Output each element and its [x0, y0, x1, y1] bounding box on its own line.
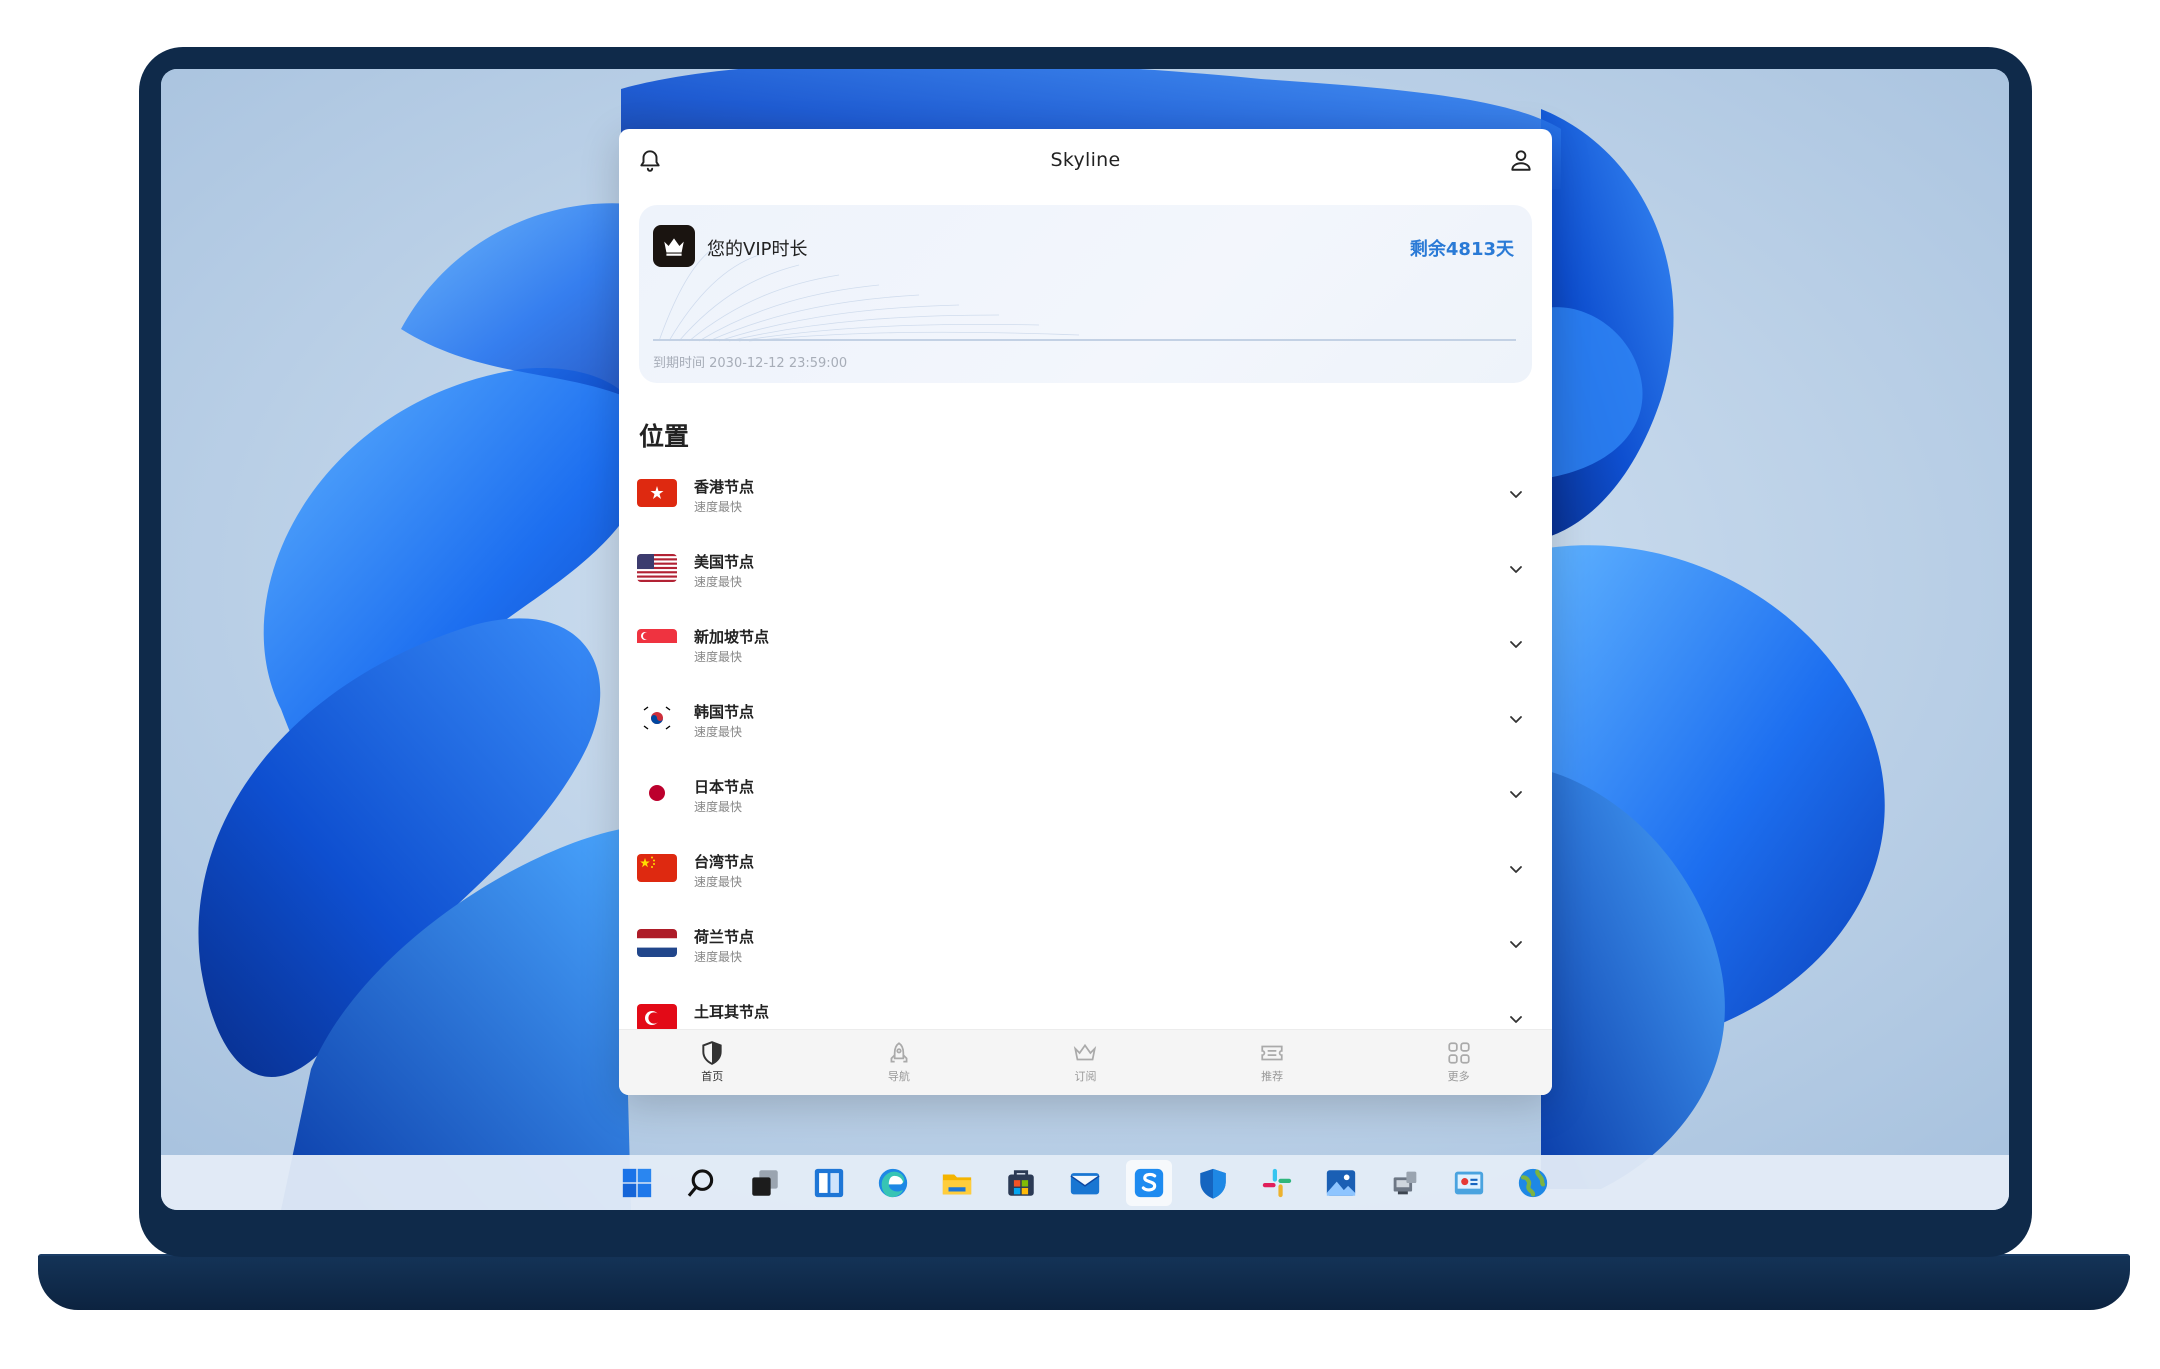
united-states-flag-icon — [637, 554, 677, 582]
japan-flag-icon — [637, 779, 677, 807]
crown-icon — [1074, 1043, 1097, 1061]
vip-card[interactable]: 您的VIP时长 剩余4813天 到期时间 2030-12-12 23:59:00 — [639, 205, 1532, 383]
taskbar-icons — [614, 1155, 1556, 1210]
location-subtitle: 速度最快 — [694, 950, 743, 964]
photos-icon[interactable] — [1318, 1160, 1364, 1206]
widgets-icon[interactable] — [806, 1160, 852, 1206]
tab-label: 推荐 — [1261, 1070, 1284, 1083]
ticket-icon — [1261, 1045, 1283, 1061]
skyline-app-window: Skyline 您的VIP时长 剩余4813天 到期时间 2030-12-12 … — [619, 129, 1552, 1095]
desktop-screen: Skyline 您的VIP时长 剩余4813天 到期时间 2030-12-12 … — [161, 69, 2009, 1210]
locations-section-title: 位置 — [639, 422, 690, 451]
location-subtitle: 速度最快 — [694, 650, 743, 664]
south-korea-flag-icon — [637, 704, 677, 732]
grid-icon — [1448, 1042, 1470, 1064]
globe-icon[interactable] — [1510, 1160, 1556, 1206]
bottom-navigation: 首页 导航 订阅 推荐 更多 — [619, 1029, 1552, 1095]
location-item-japan[interactable]: 日本节点 速度最快 — [619, 761, 1552, 836]
location-subtitle: 速度最快 — [694, 575, 743, 589]
tab-recommend[interactable]: 推荐 — [1179, 1030, 1366, 1095]
singapore-flag-icon — [637, 629, 677, 657]
vip-crown-badge — [653, 225, 695, 267]
location-list: 香港节点 速度最快 美国节点 速度最快 新加坡节点 速度最快 韩国节点 速度最快… — [619, 461, 1552, 1095]
location-name: 土耳其节点 — [694, 1003, 770, 1021]
file-explorer-icon[interactable] — [934, 1160, 980, 1206]
location-item-taiwan[interactable]: 台湾节点 速度最快 — [619, 836, 1552, 911]
tab-label: 首页 — [701, 1070, 724, 1083]
location-subtitle: 速度最快 — [694, 800, 743, 814]
tab-more[interactable]: 更多 — [1365, 1030, 1552, 1095]
chevron-down-icon[interactable] — [1508, 711, 1524, 727]
vip-progress-line — [653, 339, 1516, 341]
laptop-base — [38, 1256, 2130, 1310]
chevron-down-icon[interactable] — [1508, 561, 1524, 577]
location-name: 香港节点 — [694, 478, 755, 496]
tab-label: 导航 — [887, 1070, 910, 1083]
control-panel-icon[interactable] — [1446, 1160, 1492, 1206]
mail-icon[interactable] — [1062, 1160, 1108, 1206]
tab-subscribe[interactable]: 订阅 — [992, 1030, 1179, 1095]
netherlands-flag-icon — [637, 929, 677, 957]
chevron-down-icon[interactable] — [1508, 486, 1524, 502]
task-view-icon[interactable] — [742, 1160, 788, 1206]
app-title: Skyline — [1050, 149, 1121, 171]
location-name: 韩国节点 — [694, 703, 755, 721]
bell-icon[interactable] — [637, 147, 663, 173]
location-item-singapore[interactable]: 新加坡节点 速度最快 — [619, 611, 1552, 686]
location-subtitle: 速度最快 — [694, 725, 743, 739]
defender-icon[interactable] — [1190, 1160, 1236, 1206]
rocket-icon — [890, 1042, 908, 1063]
slack-icon[interactable] — [1254, 1160, 1300, 1206]
location-item-united-states[interactable]: 美国节点 速度最快 — [619, 536, 1552, 611]
tab-home[interactable]: 首页 — [619, 1030, 806, 1095]
location-subtitle: 速度最快 — [694, 500, 743, 514]
location-item-netherlands[interactable]: 荷兰节点 速度最快 — [619, 911, 1552, 986]
hong-kong-flag-icon — [637, 479, 677, 507]
location-item-hong-kong[interactable]: 香港节点 速度最快 — [619, 461, 1552, 536]
tab-navigation[interactable]: 导航 — [806, 1030, 993, 1095]
location-name: 台湾节点 — [694, 853, 755, 871]
location-name: 荷兰节点 — [694, 928, 755, 946]
vip-remaining-days: 剩余4813天 — [1409, 239, 1514, 260]
tab-label: 更多 — [1447, 1070, 1470, 1083]
shield-icon — [702, 1041, 722, 1065]
crown-icon — [664, 238, 684, 256]
china-flag-icon — [637, 854, 677, 882]
turkey-flag-icon — [637, 1004, 677, 1032]
location-name: 新加坡节点 — [694, 628, 770, 646]
location-item-south-korea[interactable]: 韩国节点 速度最快 — [619, 686, 1552, 761]
chevron-down-icon[interactable] — [1508, 786, 1524, 802]
search-icon[interactable] — [678, 1160, 724, 1206]
location-name: 美国节点 — [694, 553, 755, 571]
devices-icon[interactable] — [1382, 1160, 1428, 1206]
store-icon[interactable] — [998, 1160, 1044, 1206]
edge-icon[interactable] — [870, 1160, 916, 1206]
chevron-down-icon[interactable] — [1508, 636, 1524, 652]
chevron-down-icon[interactable] — [1508, 1011, 1524, 1027]
location-subtitle: 速度最快 — [694, 875, 743, 889]
skyline-app-icon[interactable] — [1126, 1159, 1172, 1206]
vip-expiry-date: 到期时间 2030-12-12 23:59:00 — [653, 356, 848, 371]
location-name: 日本节点 — [694, 778, 755, 796]
app-header: Skyline — [619, 129, 1552, 191]
chevron-down-icon[interactable] — [1508, 861, 1524, 877]
windows-start-icon[interactable] — [614, 1160, 660, 1206]
tab-label: 订阅 — [1074, 1070, 1097, 1083]
vip-label: 您的VIP时长 — [707, 239, 808, 260]
chevron-down-icon[interactable] — [1508, 936, 1524, 952]
taskbar — [161, 1155, 2009, 1210]
user-icon[interactable] — [1508, 147, 1534, 173]
